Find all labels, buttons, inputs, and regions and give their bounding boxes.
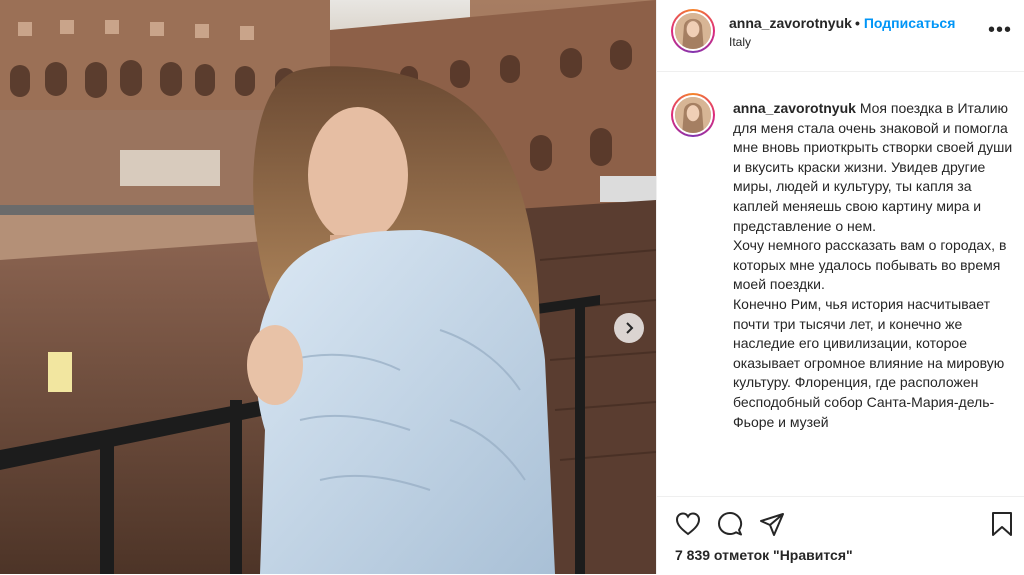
post-photo[interactable] bbox=[0, 0, 656, 574]
post-header: anna_zavorotnyuk • Подписаться Italy ••• bbox=[657, 0, 1024, 72]
author-username[interactable]: anna_zavorotnyuk bbox=[729, 15, 852, 31]
instagram-post: anna_zavorotnyuk • Подписаться Italy ••• a… bbox=[0, 0, 1024, 574]
share-icon[interactable] bbox=[758, 510, 786, 538]
author-avatar[interactable] bbox=[671, 9, 715, 53]
caption-text: Моя поездка в Италию для меня стала очен… bbox=[733, 100, 1013, 430]
separator-dot: • bbox=[854, 15, 860, 31]
post-location[interactable]: Italy bbox=[729, 35, 751, 49]
caption-area: anna_zavorotnyuk Моя поездка в Италию дл… bbox=[657, 72, 1024, 494]
post-sidebar: anna_zavorotnyuk • Подписаться Italy ••• a… bbox=[656, 0, 1024, 574]
comment-icon[interactable] bbox=[716, 510, 744, 538]
colosseum-photo-image bbox=[0, 0, 656, 574]
caption-username[interactable]: anna_zavorotnyuk bbox=[733, 100, 856, 116]
header-user-line: anna_zavorotnyuk • Подписаться bbox=[729, 15, 955, 31]
avatar-image bbox=[675, 97, 711, 133]
chevron-right-icon bbox=[626, 322, 634, 334]
avatar-image bbox=[675, 13, 711, 49]
more-options-icon[interactable]: ••• bbox=[988, 18, 1012, 42]
caption-text-block: anna_zavorotnyuk Моя поездка в Италию дл… bbox=[733, 99, 1013, 432]
bookmark-icon[interactable] bbox=[988, 510, 1016, 538]
action-bar: 7 839 отметок "Нравится" bbox=[657, 496, 1024, 575]
next-photo-button[interactable] bbox=[614, 313, 644, 343]
likes-count[interactable]: 7 839 отметок "Нравится" bbox=[675, 547, 853, 563]
heart-icon[interactable] bbox=[674, 510, 702, 538]
follow-button[interactable]: Подписаться bbox=[864, 15, 956, 31]
caption-avatar[interactable] bbox=[671, 93, 715, 137]
